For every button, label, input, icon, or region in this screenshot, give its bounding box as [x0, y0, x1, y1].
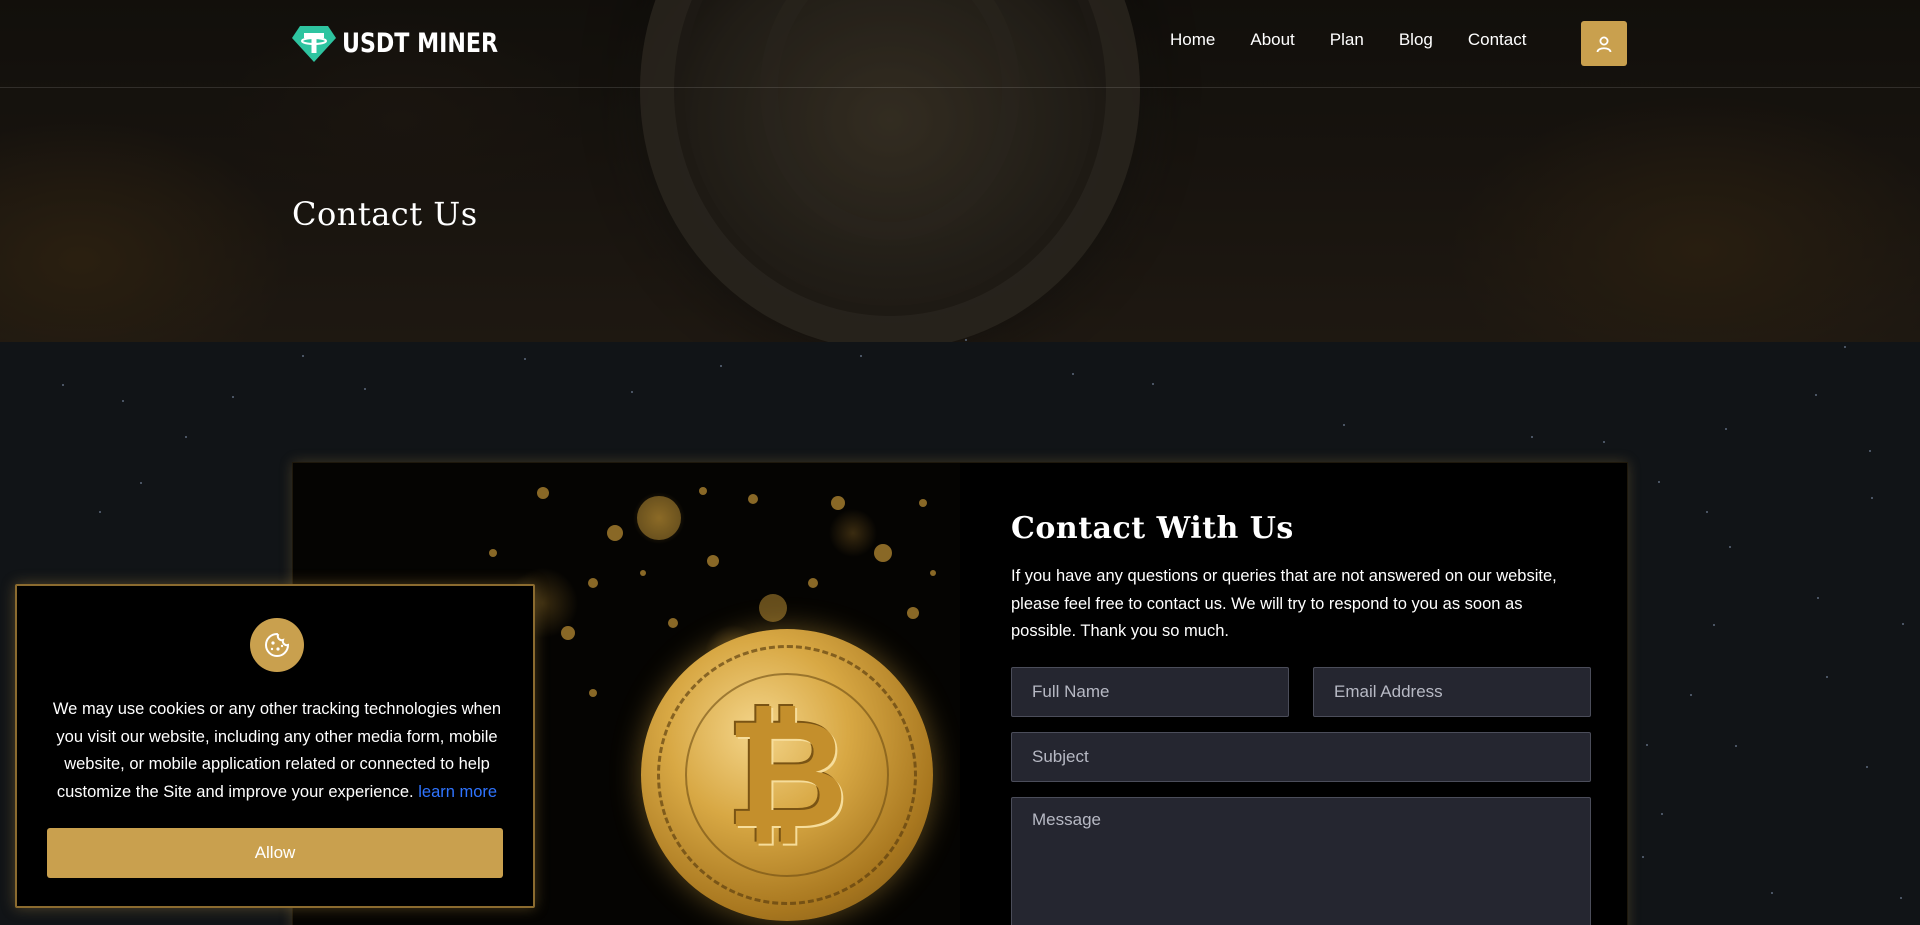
- bokeh-dot: [707, 555, 719, 567]
- page: USDT MINER Home About Plan Blog Contact …: [0, 0, 1920, 925]
- bokeh-dot: [759, 594, 787, 622]
- bokeh-dot: [588, 578, 598, 588]
- bokeh-dot: [561, 626, 575, 640]
- star: [62, 384, 64, 386]
- star: [965, 339, 967, 341]
- page-title: Contact Us: [292, 195, 478, 233]
- main-nav: Home About Plan Blog Contact: [1170, 30, 1526, 50]
- bokeh-dot: [748, 494, 758, 504]
- star: [1735, 745, 1737, 747]
- star: [122, 400, 124, 402]
- star: [99, 511, 101, 513]
- email-address-input[interactable]: [1313, 667, 1591, 717]
- nav-plan[interactable]: Plan: [1330, 30, 1364, 50]
- nav-blog[interactable]: Blog: [1399, 30, 1433, 50]
- star: [631, 391, 633, 393]
- tether-logo-icon: [292, 26, 336, 62]
- bokeh-dot: [537, 487, 549, 499]
- star: [185, 436, 187, 438]
- star: [1690, 694, 1692, 696]
- star: [1072, 373, 1074, 375]
- bokeh-dot: [489, 549, 497, 557]
- star: [1713, 624, 1715, 626]
- star: [1866, 766, 1868, 768]
- cookie-consent-popup: We may use cookies or any other tracking…: [15, 584, 535, 908]
- star: [1729, 546, 1731, 548]
- learn-more-link[interactable]: learn more: [418, 783, 497, 801]
- site-logo[interactable]: USDT MINER: [292, 24, 532, 62]
- user-icon: [1596, 36, 1612, 52]
- brand-name: USDT MINER: [342, 27, 499, 59]
- message-textarea[interactable]: [1011, 797, 1591, 925]
- bokeh-dot: [607, 525, 623, 541]
- bokeh-dot: [637, 496, 681, 540]
- star: [720, 365, 722, 367]
- site-header: USDT MINER Home About Plan Blog Contact: [0, 0, 1920, 88]
- hero-banner: USDT MINER Home About Plan Blog Contact …: [0, 0, 1920, 342]
- star: [1844, 346, 1846, 348]
- bokeh-dot: [831, 496, 845, 510]
- star: [1706, 511, 1708, 513]
- user-account-button[interactable]: [1581, 21, 1627, 66]
- star: [1642, 856, 1644, 858]
- contact-description: If you have any questions or queries tha…: [1011, 567, 1557, 640]
- full-name-input[interactable]: [1011, 667, 1289, 717]
- star: [364, 388, 366, 390]
- star: [232, 396, 234, 398]
- bokeh-dot: [919, 499, 927, 507]
- star: [140, 482, 142, 484]
- star: [1817, 597, 1819, 599]
- nav-contact[interactable]: Contact: [1468, 30, 1527, 50]
- allow-cookies-button[interactable]: Allow: [47, 828, 503, 878]
- bokeh-dot: [589, 689, 597, 697]
- star: [302, 355, 304, 357]
- star: [1771, 892, 1773, 894]
- star: [1826, 676, 1828, 678]
- bitcoin-coin: ₿: [641, 629, 933, 921]
- subject-input[interactable]: [1011, 732, 1591, 782]
- bitcoin-symbol: ₿: [725, 688, 849, 862]
- star: [1152, 383, 1154, 385]
- star: [1869, 450, 1871, 452]
- star: [1343, 424, 1345, 426]
- star: [524, 358, 526, 360]
- bokeh-dot: [640, 570, 646, 576]
- star: [1902, 623, 1904, 625]
- star: [1900, 897, 1902, 899]
- star: [1658, 481, 1660, 483]
- bokeh-dot: [668, 618, 678, 628]
- bokeh-dot: [874, 544, 892, 562]
- cookie-icon: [250, 618, 304, 672]
- star: [1725, 428, 1727, 430]
- bokeh-dot: [808, 578, 818, 588]
- bokeh-dot: [930, 570, 936, 576]
- star: [1871, 497, 1873, 499]
- bokeh-dot: [907, 607, 919, 619]
- star: [1661, 813, 1663, 815]
- contact-title: Contact With Us: [1011, 511, 1294, 546]
- star: [1815, 394, 1817, 396]
- star: [1646, 744, 1648, 746]
- bokeh-dot: [699, 487, 707, 495]
- star: [860, 355, 862, 357]
- cookie-message: We may use cookies or any other tracking…: [45, 696, 509, 806]
- nav-about[interactable]: About: [1250, 30, 1294, 50]
- star: [1531, 436, 1533, 438]
- nav-home[interactable]: Home: [1170, 30, 1215, 50]
- star: [1603, 441, 1605, 443]
